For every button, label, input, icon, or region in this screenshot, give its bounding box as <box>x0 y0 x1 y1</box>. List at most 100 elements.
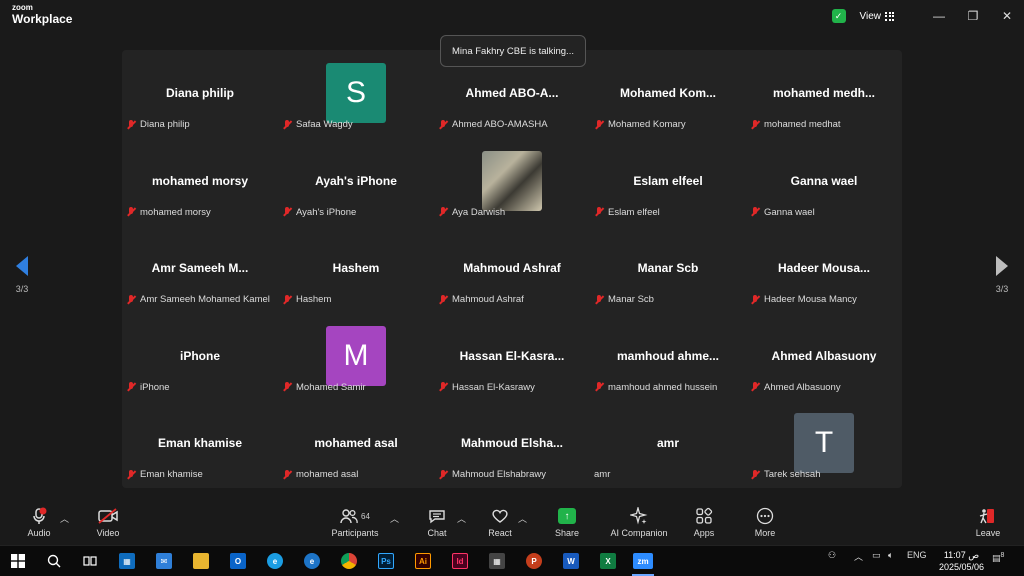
audio-options-caret[interactable]: ︿ <box>60 512 69 525</box>
gallery-view: Diana philip Diana philip S Safaa Wagdy Ahme… <box>122 50 902 488</box>
participant-name: Eman khamise <box>140 469 203 481</box>
leave-button[interactable]: Leave <box>958 506 1018 538</box>
participant-name-label: mohamed medhat <box>750 118 841 132</box>
participant-name-label: Mohamed Samir <box>282 380 366 394</box>
participant-tile[interactable]: Mahmoud Ashraf Mahmoud Ashraf <box>434 225 590 313</box>
network-icon[interactable]: ▭ <box>872 550 881 561</box>
participant-tile[interactable]: amr amr <box>590 400 746 488</box>
outlook-icon[interactable]: O <box>226 550 250 572</box>
task-view-icon[interactable] <box>78 550 102 572</box>
participant-name: Mahmoud Elshabrawy <box>452 469 546 481</box>
indesign-icon[interactable]: Id <box>448 550 472 572</box>
share-button[interactable]: ↑ Share <box>537 506 597 538</box>
participant-name-label: Ganna wael <box>750 205 815 219</box>
sparkle-icon <box>604 506 674 526</box>
participant-tile[interactable]: Manar Scb Manar Scb <box>590 225 746 313</box>
minimize-button[interactable]: — <box>922 0 956 32</box>
search-icon[interactable] <box>42 550 66 572</box>
internet-explorer-icon[interactable]: e <box>300 550 324 572</box>
illustrator-icon[interactable]: Ai <box>411 550 435 572</box>
participant-tile[interactable]: mohamed asal mohamed asal <box>278 400 434 488</box>
microphone-muted-icon <box>438 119 448 130</box>
participant-tile[interactable]: S Safaa Wagdy <box>278 50 434 138</box>
microphone-muted-icon <box>282 382 292 392</box>
participant-tile[interactable]: Amr Sameeh M... Amr Sameeh Mohamed Kamel <box>122 225 278 313</box>
participant-tile[interactable]: Ganna wael Ganna wael <box>746 138 902 226</box>
participants-count: 64 <box>361 511 370 521</box>
react-options-caret[interactable]: ︿ <box>518 512 527 525</box>
participant-name: mamhoud ahmed hussein <box>608 381 718 393</box>
participant-display-name: mohamed morsy <box>151 173 249 188</box>
microphone-muted-icon <box>594 382 604 392</box>
microphone-muted-icon <box>126 207 136 217</box>
participant-tile[interactable]: Eslam elfeel Eslam elfeel <box>590 138 746 226</box>
participant-tile[interactable]: M Mohamed Samir <box>278 313 434 401</box>
edge-icon[interactable]: e <box>263 550 287 572</box>
view-button[interactable]: View <box>860 11 894 22</box>
notification-count: 8 <box>1000 552 1005 559</box>
participant-tile[interactable]: Hashem Hashem <box>278 225 434 313</box>
apps-button[interactable]: Apps <box>674 506 734 538</box>
participant-tile[interactable]: Hassan El-Kasra... Hassan El-Kasrawy <box>434 313 590 401</box>
volume-icon[interactable]: 🔈︎ <box>888 550 893 561</box>
participant-tile[interactable]: mamhoud ahme... mamhoud ahmed hussein <box>590 313 746 401</box>
participant-display-name: Mohamed Kom... <box>619 86 716 100</box>
chat-options-caret[interactable]: ︿ <box>457 512 466 525</box>
participant-name-label: Ahmed Albasuony <box>750 380 841 394</box>
microphone-muted-icon <box>282 207 292 217</box>
participants-options-caret[interactable]: ︿ <box>390 512 399 525</box>
participant-tile[interactable]: T Tarek sehsah <box>746 400 902 488</box>
participant-tile[interactable]: Hadeer Mousa... Hadeer Mousa Mancy <box>746 225 902 313</box>
participant-name: Mohamed Komary <box>608 119 686 131</box>
participant-tile[interactable]: Mahmoud Elsha... Mahmoud Elshabrawy <box>434 400 590 488</box>
leave-label: Leave <box>975 528 1001 538</box>
participant-tile[interactable]: Ayah's iPhone Ayah's iPhone <box>278 138 434 226</box>
windows-start-icon[interactable] <box>6 550 30 572</box>
participant-name-label: amr <box>594 468 610 482</box>
photoshop-icon[interactable]: Ps <box>374 550 398 572</box>
notifications-icon[interactable]: ▤8 <box>992 552 1004 564</box>
restore-button[interactable]: ❐ <box>956 0 990 32</box>
encryption-shield-icon[interactable]: ✓ <box>831 9 846 23</box>
participant-tile[interactable]: Eman khamise Eman khamise <box>122 400 278 488</box>
participant-display-name: iPhone <box>179 348 220 363</box>
system-clock[interactable]: 11:07 ص 2025/05/06 <box>939 549 984 573</box>
participant-name-label: Aya Darwish <box>438 205 505 219</box>
people-icon[interactable]: ⚇ <box>828 550 836 561</box>
participant-tile[interactable]: iPhone iPhone <box>122 313 278 401</box>
calculator-icon[interactable]: ▦ <box>485 550 509 572</box>
chat-label: Chat <box>427 528 447 538</box>
mail-icon[interactable]: ✉ <box>152 550 176 572</box>
participant-tile[interactable]: Diana philip Diana philip <box>122 50 278 138</box>
participant-tile[interactable]: mohamed morsy mohamed morsy <box>122 138 278 226</box>
participant-tile[interactable]: Ahmed Albasuony Ahmed Albasuony <box>746 313 902 401</box>
word-icon[interactable]: W <box>559 550 583 572</box>
participant-tile[interactable]: Aya Darwish <box>434 138 590 226</box>
zoom-window: zoom Workplace ✓ View — ❐ ✕ Mina Fakhry … <box>0 0 1024 545</box>
share-screen-icon: ↑ <box>558 508 576 524</box>
participant-name: Aya Darwish <box>452 206 506 218</box>
participants-button[interactable]: 64 Participants <box>325 506 385 538</box>
page-indicator-right: 3/3 <box>995 284 1009 294</box>
ai-companion-button[interactable]: AI Companion <box>604 506 674 538</box>
store-icon[interactable]: ▦ <box>115 550 139 572</box>
zoom-taskbar-icon[interactable]: zm <box>630 550 656 576</box>
chrome-icon[interactable] <box>337 550 361 572</box>
language-indicator[interactable]: ENG <box>907 550 927 560</box>
video-button[interactable]: Video <box>78 506 138 538</box>
file-explorer-icon[interactable] <box>189 550 213 572</box>
previous-page-button[interactable]: 3/3 <box>12 256 32 294</box>
more-icon <box>735 506 795 526</box>
powerpoint-icon[interactable]: P <box>522 550 546 572</box>
chevron-up-icon[interactable]: ︿ <box>854 550 863 563</box>
more-button[interactable]: More <box>735 506 795 538</box>
participant-name-label: Hashem <box>282 293 331 307</box>
participant-tile[interactable]: mohamed medh... mohamed medhat <box>746 50 902 138</box>
close-button[interactable]: ✕ <box>990 0 1024 32</box>
excel-icon[interactable]: X <box>596 550 620 572</box>
microphone-muted-icon <box>282 294 292 305</box>
participant-tile[interactable]: Mohamed Kom... Mohamed Komary <box>590 50 746 138</box>
microphone-muted-icon <box>438 294 448 305</box>
arrow-left-icon <box>16 256 28 276</box>
next-page-button[interactable]: 3/3 <box>992 256 1012 294</box>
